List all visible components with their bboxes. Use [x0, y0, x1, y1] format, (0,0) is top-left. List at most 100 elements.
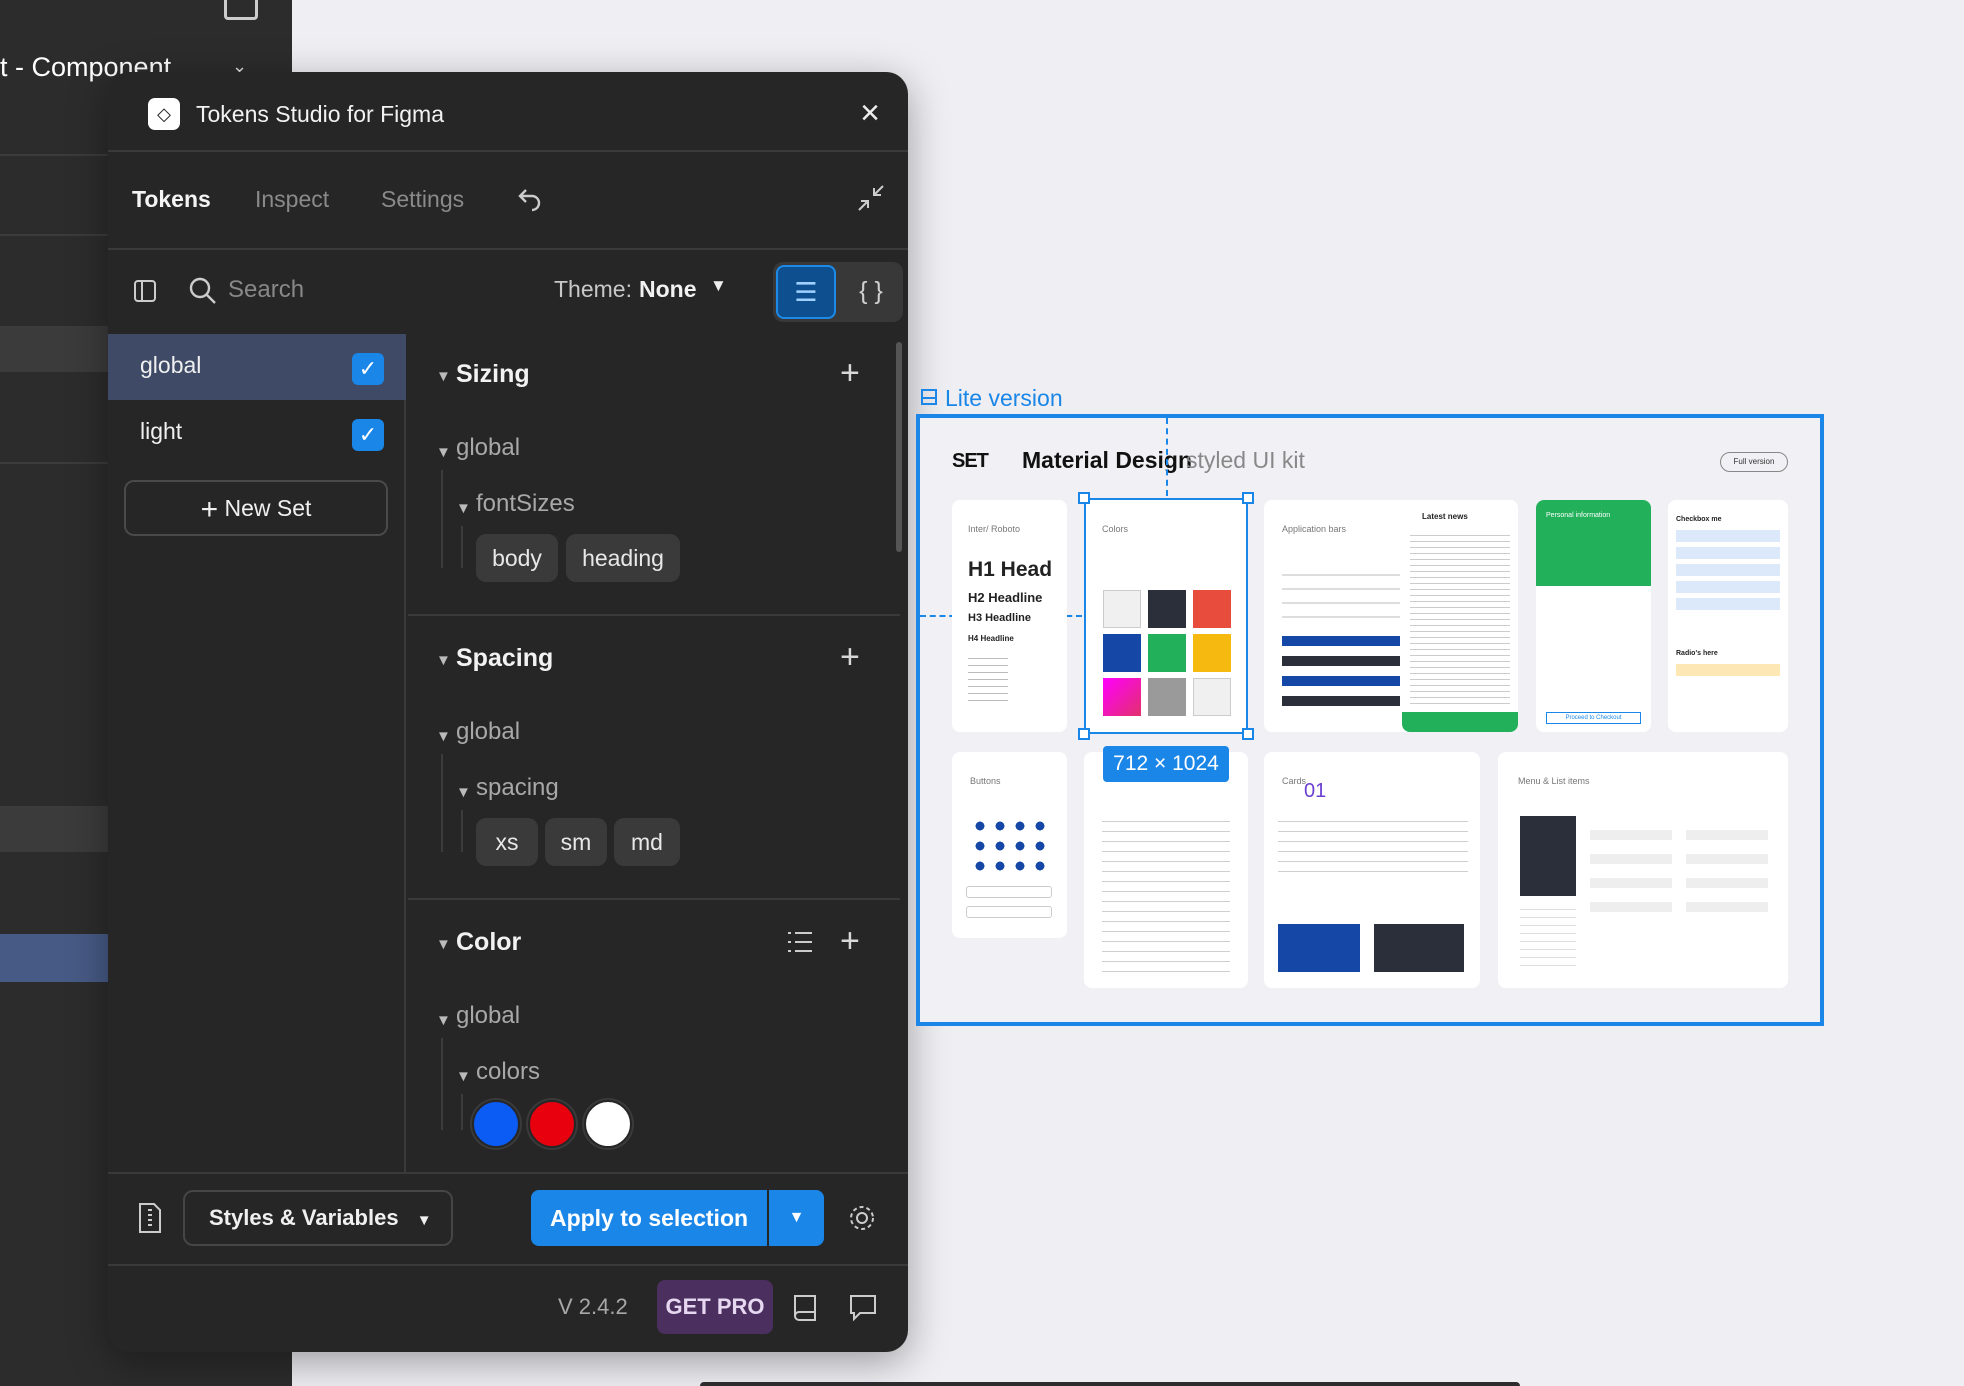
- theme-select[interactable]: None: [639, 276, 697, 303]
- subgroup-fontsizes[interactable]: fontSizes: [476, 490, 575, 518]
- card-title: Application bars: [1282, 524, 1347, 534]
- undo-icon[interactable]: [516, 186, 542, 212]
- gear-icon[interactable]: [846, 1202, 878, 1234]
- plugin-logo-icon: ◇: [148, 98, 180, 130]
- token-chip-xs[interactable]: xs: [476, 818, 538, 866]
- resize-handle[interactable]: [1242, 492, 1254, 504]
- card-number: 01: [1304, 780, 1327, 802]
- list-view-icon[interactable]: [786, 928, 814, 956]
- color-swatch[interactable]: [472, 1100, 520, 1148]
- news-lines: [1410, 530, 1510, 708]
- subgroup-global[interactable]: global: [456, 434, 520, 462]
- tab-inspect[interactable]: Inspect: [255, 184, 329, 214]
- dark-card: [1278, 924, 1360, 972]
- resize-handle[interactable]: [1078, 728, 1090, 740]
- token-chip-heading[interactable]: heading: [566, 534, 680, 582]
- add-token-icon[interactable]: +: [840, 924, 860, 958]
- caret-down-icon[interactable]: ▼: [436, 728, 451, 745]
- token-chip-sm[interactable]: sm: [545, 818, 607, 866]
- toolbar-edge: [700, 1382, 1520, 1386]
- dark-card: [1374, 924, 1464, 972]
- file-zip-icon[interactable]: [136, 1202, 164, 1234]
- h3-sample: H3 Headline: [968, 612, 1031, 624]
- tree-line: [461, 810, 463, 852]
- subgroup-global[interactable]: global: [456, 1002, 520, 1030]
- caret-down-icon[interactable]: ▼: [436, 1012, 451, 1029]
- sidebar-toggle-icon[interactable]: [132, 278, 158, 304]
- caret-down-icon[interactable]: ▼: [456, 784, 471, 801]
- tokens-studio-plugin: ◇ Tokens Studio for Figma × Tokens Inspe…: [108, 72, 908, 1352]
- set-label: global: [140, 352, 202, 378]
- apply-to-selection-button[interactable]: Apply to selection: [531, 1190, 767, 1246]
- get-pro-button[interactable]: GET PRO: [657, 1280, 773, 1334]
- resize-handle[interactable]: [1242, 728, 1254, 740]
- set-checkbox[interactable]: ✓: [352, 353, 384, 385]
- subgroup-colors[interactable]: colors: [476, 1058, 540, 1086]
- tab-tokens[interactable]: Tokens: [132, 184, 211, 214]
- menu-list-card[interactable]: Menu & List items: [1498, 752, 1788, 988]
- input-lines: [1102, 812, 1230, 972]
- full-version-button[interactable]: Full version: [1720, 452, 1788, 472]
- checkout-card[interactable]: Personal information Proceed to Checkout: [1536, 500, 1651, 732]
- set-item-global[interactable]: global ✓: [108, 334, 406, 400]
- color-swatch[interactable]: [584, 1100, 632, 1148]
- typography-card[interactable]: Inter/ Roboto H1 Head H2 Headline H3 Hea…: [952, 500, 1067, 732]
- docs-icon[interactable]: [791, 1292, 819, 1324]
- new-set-button[interactable]: + New Set: [124, 480, 388, 536]
- panel-toggle-icon[interactable]: [224, 0, 258, 20]
- frame-title-sub: styled UI kit: [1186, 447, 1305, 473]
- checkout-button: Proceed to Checkout: [1546, 712, 1641, 724]
- search-input[interactable]: Search: [228, 276, 304, 304]
- token-chip-md[interactable]: md: [614, 818, 680, 866]
- button-samples: [970, 816, 1046, 872]
- token-chip-body[interactable]: body: [476, 534, 558, 582]
- add-token-icon[interactable]: +: [840, 356, 860, 390]
- app-bars-card[interactable]: Application bars: [1264, 500, 1419, 732]
- checkbox-card[interactable]: Checkbox me Radio's here: [1668, 500, 1788, 732]
- divider: [108, 1264, 908, 1266]
- chevron-down-icon: ▼: [416, 1212, 432, 1229]
- theme-label: Theme:: [554, 276, 632, 302]
- close-icon[interactable]: ×: [854, 96, 886, 130]
- styles-variables-dropdown[interactable]: Styles & Variables ▼: [183, 1190, 453, 1246]
- set-checkbox[interactable]: ✓: [352, 419, 384, 451]
- resize-handle[interactable]: [1078, 492, 1090, 504]
- subgroup-global[interactable]: global: [456, 718, 520, 746]
- apply-options-dropdown[interactable]: ▼: [769, 1190, 824, 1246]
- menu-lines: [1520, 902, 1576, 972]
- collapse-icon[interactable]: [855, 182, 887, 214]
- cards-card[interactable]: Cards 01: [1264, 752, 1480, 988]
- chevron-down-icon[interactable]: ▼: [710, 276, 727, 296]
- add-token-icon[interactable]: +: [840, 640, 860, 674]
- dark-menu: [1520, 816, 1576, 896]
- group-title-spacing[interactable]: Spacing: [456, 644, 553, 673]
- tree-line: [441, 1038, 443, 1130]
- feedback-icon[interactable]: [848, 1292, 878, 1322]
- caret-down-icon[interactable]: ▼: [436, 444, 451, 461]
- inputs-card[interactable]: [1084, 752, 1248, 988]
- list-view-icon[interactable]: ☰: [776, 265, 836, 319]
- caret-down-icon[interactable]: ▼: [436, 652, 451, 669]
- caret-down-icon[interactable]: ▼: [436, 936, 451, 953]
- frame-label[interactable]: Lite version: [945, 385, 1063, 412]
- card-title: Inter/ Roboto: [968, 524, 1021, 534]
- news-card[interactable]: Latest news: [1402, 500, 1518, 732]
- new-set-label: New Set: [224, 495, 312, 521]
- caret-down-icon[interactable]: ▼: [456, 1068, 471, 1085]
- divider: [408, 898, 900, 900]
- buttons-card[interactable]: Buttons: [952, 752, 1067, 938]
- divider: [108, 248, 908, 250]
- json-view-icon[interactable]: { }: [842, 265, 900, 319]
- selection-box[interactable]: [1084, 498, 1248, 734]
- set-item-light[interactable]: light ✓: [108, 400, 406, 466]
- frame-icon: [921, 389, 937, 405]
- scrollbar[interactable]: [896, 342, 902, 552]
- group-title-color[interactable]: Color: [456, 928, 521, 957]
- tree-line: [461, 1094, 463, 1130]
- subgroup-spacing[interactable]: spacing: [476, 774, 559, 802]
- caret-down-icon[interactable]: ▼: [456, 500, 471, 517]
- caret-down-icon[interactable]: ▼: [436, 368, 451, 385]
- tab-settings[interactable]: Settings: [381, 184, 464, 214]
- color-swatch[interactable]: [528, 1100, 576, 1148]
- group-title-sizing[interactable]: Sizing: [456, 360, 530, 389]
